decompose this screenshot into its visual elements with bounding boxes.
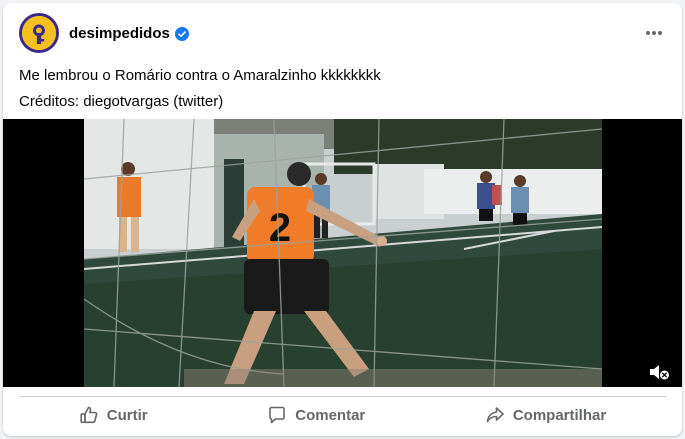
video-frame[interactable]: 2: [84, 119, 602, 387]
post-actions: Curtir Comentar Compartilhar: [19, 399, 666, 431]
verified-badge-icon: [174, 26, 189, 41]
caption-credits: Créditos: diegotvargas (twitter): [19, 93, 224, 110]
desimpedidos-logo: [22, 16, 56, 50]
post-header: desimpedidos: [3, 3, 682, 63]
comment-button[interactable]: Comentar: [255, 399, 377, 431]
caption-line: Me lembrou o Romário contra o Amaralzinh…: [19, 67, 381, 84]
facebook-post: desimpedidos Me lembrou o Romário contra…: [3, 3, 682, 436]
comment-label: Comentar: [295, 406, 366, 424]
page-avatar[interactable]: [19, 13, 59, 53]
more-horizontal-icon: [646, 31, 662, 35]
thumbs-up-icon: [80, 406, 98, 424]
share-arrow-icon: [486, 407, 504, 423]
share-label: Compartilhar: [512, 406, 607, 424]
action-divider: [19, 396, 666, 397]
comment-icon: [269, 406, 286, 424]
page-name-link[interactable]: desimpedidos: [69, 25, 189, 42]
like-label: Curtir: [106, 406, 148, 424]
futsal-goalkeeper-video: 2: [84, 119, 602, 387]
share-button[interactable]: Compartilhar: [473, 399, 618, 431]
like-button[interactable]: Curtir: [67, 399, 160, 431]
speaker-muted-icon: [650, 365, 669, 380]
post-caption: Me lembrou o Romário contra o Amaralzinh…: [19, 63, 666, 115]
page-name: desimpedidos: [69, 25, 170, 42]
more-options-button[interactable]: [640, 19, 668, 47]
video-player[interactable]: 2: [3, 119, 682, 387]
mute-toggle-button[interactable]: [648, 363, 670, 381]
